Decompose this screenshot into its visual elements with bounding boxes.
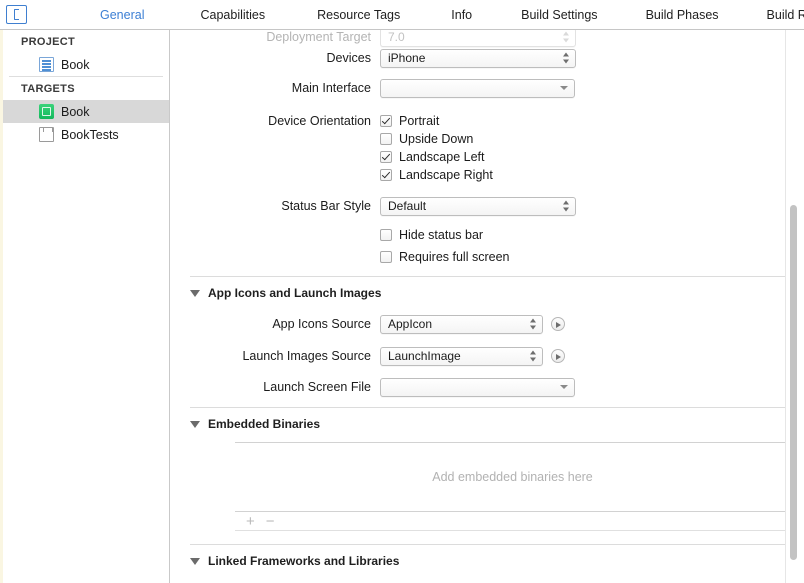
tab-build-settings[interactable]: Build Settings	[521, 8, 597, 22]
xcode-project-editor-window: General Capabilities Resource Tags Info …	[0, 0, 804, 583]
tab-info[interactable]: Info	[451, 8, 472, 22]
deployment-target-value: 7.0	[388, 30, 405, 44]
disclosure-triangle-icon[interactable]	[190, 290, 200, 297]
add-embedded-binary-button[interactable]: +	[246, 514, 255, 529]
checkbox-portrait[interactable]	[380, 115, 392, 127]
launch-images-reveal-button[interactable]	[551, 349, 565, 363]
checkbox-upside-down-label: Upside Down	[399, 132, 473, 146]
tab-resource-tags[interactable]: Resource Tags	[317, 8, 400, 22]
stepper-icon	[530, 318, 537, 331]
checkbox-landscape-right[interactable]	[380, 169, 392, 181]
sidebar-group-targets: TARGETS	[3, 77, 169, 100]
embedded-binaries-empty-text: Add embedded binaries here	[235, 443, 790, 511]
project-file-icon	[39, 57, 54, 72]
sidebar-item-target-book[interactable]: Book	[3, 100, 169, 123]
stepper-icon	[563, 31, 570, 44]
launch-screen-file-combobox[interactable]	[380, 378, 575, 397]
disclosure-triangle-icon[interactable]	[190, 558, 200, 565]
sidebar-item-label: BookTests	[61, 128, 119, 142]
row-device-orientation: Device Orientation Portrait	[171, 112, 804, 130]
launch-screen-file-label: Launch Screen File	[171, 380, 380, 394]
stepper-icon	[563, 200, 570, 213]
devices-value: iPhone	[388, 51, 425, 65]
test-bundle-icon	[39, 127, 54, 142]
chevron-down-icon	[560, 86, 568, 90]
deployment-target-popup[interactable]: 7.0	[380, 30, 576, 47]
checkbox-landscape-left-label: Landscape Left	[399, 150, 485, 164]
row-orientation-landscape-right: Landscape Right	[171, 166, 804, 184]
chevron-down-icon	[560, 385, 568, 389]
row-requires-full-screen: Requires full screen	[171, 248, 804, 266]
scrollbar-thumb[interactable]	[790, 205, 797, 560]
embedded-binaries-toolbar: + −	[235, 513, 790, 531]
row-status-bar-style: Status Bar Style Default	[171, 195, 804, 217]
section-header-embedded-binaries[interactable]: Embedded Binaries	[190, 417, 320, 431]
row-deployment-target: Deployment Target 7.0	[171, 30, 804, 48]
checkbox-requires-full-screen-label: Requires full screen	[399, 250, 509, 264]
status-bar-style-value: Default	[388, 199, 426, 213]
vertical-scrollbar[interactable]	[786, 30, 801, 583]
checkbox-hide-status-bar[interactable]	[380, 229, 392, 241]
app-target-icon	[39, 104, 54, 119]
checkbox-hide-status-bar-label: Hide status bar	[399, 228, 483, 242]
checkbox-portrait-label: Portrait	[399, 114, 439, 128]
tab-general[interactable]: General	[100, 8, 144, 22]
section-header-app-icons[interactable]: App Icons and Launch Images	[190, 286, 381, 300]
row-main-interface: Main Interface	[171, 77, 804, 99]
sidebar-item-target-booktests[interactable]: BookTests	[3, 123, 169, 146]
main-interface-label: Main Interface	[171, 81, 380, 95]
section-header-linked-frameworks[interactable]: Linked Frameworks and Libraries	[190, 554, 399, 568]
device-orientation-label: Device Orientation	[171, 114, 380, 128]
remove-embedded-binary-button[interactable]: −	[266, 514, 275, 529]
sidebar-item-label: Book	[61, 58, 90, 72]
status-bar-style-label: Status Bar Style	[171, 199, 380, 213]
tab-build-rules[interactable]: Build Rules	[767, 8, 804, 22]
deployment-target-label: Deployment Target	[171, 30, 380, 44]
main-interface-combobox[interactable]	[380, 79, 575, 98]
section-divider	[190, 544, 787, 545]
stepper-icon	[563, 52, 570, 65]
section-divider	[190, 276, 787, 277]
checkbox-upside-down[interactable]	[380, 133, 392, 145]
row-app-icons-source: App Icons Source AppIcon	[171, 313, 804, 335]
row-orientation-upside-down: Upside Down	[171, 130, 804, 148]
tab-list: General Capabilities Resource Tags Info …	[40, 0, 804, 29]
section-title: App Icons and Launch Images	[208, 286, 381, 300]
sidebar-item-label: Book	[61, 105, 90, 119]
stepper-icon	[530, 350, 537, 363]
launch-images-source-label: Launch Images Source	[171, 349, 380, 363]
row-hide-status-bar: Hide status bar	[171, 226, 804, 244]
project-editor-tab-bar: General Capabilities Resource Tags Info …	[0, 0, 804, 30]
checkbox-landscape-left[interactable]	[380, 151, 392, 163]
status-bar-style-popup[interactable]: Default	[380, 197, 576, 216]
section-title: Linked Frameworks and Libraries	[208, 554, 399, 568]
editor-pane-toggle-icon[interactable]	[6, 5, 27, 24]
disclosure-triangle-icon[interactable]	[190, 421, 200, 428]
project-targets-sidebar: PROJECT Book TARGETS Book BookTests	[3, 30, 170, 583]
app-icons-source-popup[interactable]: AppIcon	[380, 315, 543, 334]
tab-build-phases[interactable]: Build Phases	[646, 8, 719, 22]
launch-images-source-popup[interactable]: LaunchImage	[380, 347, 543, 366]
embedded-binaries-table[interactable]: Add embedded binaries here	[235, 442, 790, 512]
launch-images-source-value: LaunchImage	[388, 349, 461, 363]
app-icons-source-label: App Icons Source	[171, 317, 380, 331]
sidebar-group-project: PROJECT	[3, 30, 169, 53]
checkbox-landscape-right-label: Landscape Right	[399, 168, 493, 182]
section-divider	[190, 407, 787, 408]
row-launch-screen-file: Launch Screen File	[171, 376, 804, 398]
app-icons-reveal-button[interactable]	[551, 317, 565, 331]
row-launch-images-source: Launch Images Source LaunchImage	[171, 345, 804, 367]
general-settings-pane: Deployment Target 7.0 Devices iPhone Mai…	[171, 30, 804, 583]
app-icons-source-value: AppIcon	[388, 317, 432, 331]
devices-label: Devices	[171, 51, 380, 65]
sidebar-item-project-book[interactable]: Book	[3, 53, 169, 76]
devices-popup[interactable]: iPhone	[380, 49, 576, 68]
row-orientation-landscape-left: Landscape Left	[171, 148, 804, 166]
section-title: Embedded Binaries	[208, 417, 320, 431]
checkbox-requires-full-screen[interactable]	[380, 251, 392, 263]
row-devices: Devices iPhone	[171, 47, 804, 69]
tab-capabilities[interactable]: Capabilities	[200, 8, 265, 22]
